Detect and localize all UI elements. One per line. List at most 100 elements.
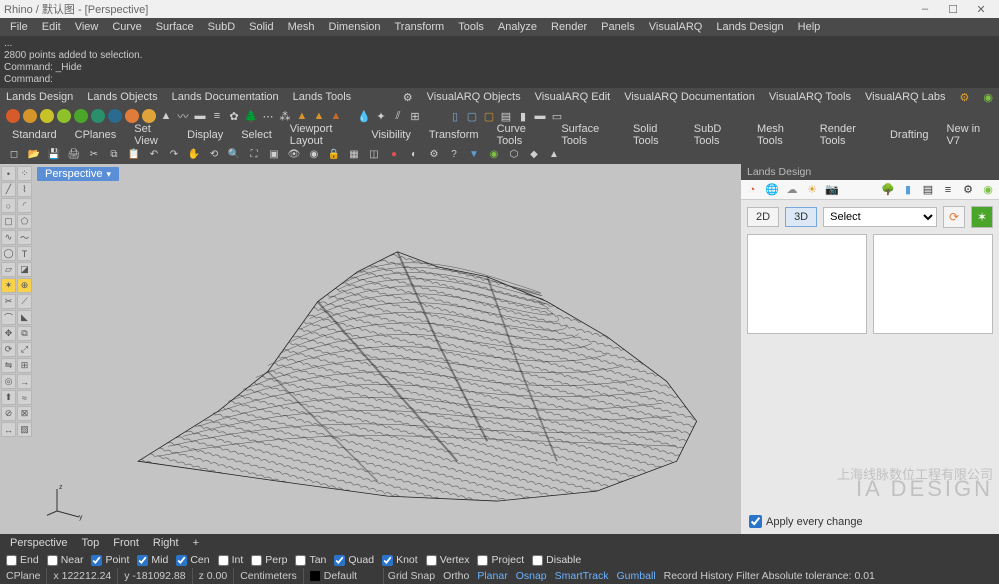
menu-subd[interactable]: SubD [202,20,242,34]
tool-ball-7[interactable] [108,109,122,123]
properties-icon[interactable]: ◫ [366,146,382,162]
status-smarttrack[interactable]: SmartTrack [551,570,613,582]
tool-ball-6[interactable] [91,109,105,123]
line-tool-icon[interactable]: ╱ [1,182,16,197]
paste-icon[interactable]: 📋 [126,146,142,162]
status-planar[interactable]: Planar [473,570,511,582]
undo-icon[interactable]: ↶ [146,146,162,162]
tab-select[interactable]: Select [235,128,278,142]
cloud-icon[interactable]: ☁ [785,183,799,197]
tab-render-tools[interactable]: Render Tools [814,122,878,148]
tab-visibility[interactable]: Visibility [365,128,417,142]
new-icon[interactable]: ◻ [6,146,22,162]
menu-edit[interactable]: Edit [36,20,67,34]
menu-surface[interactable]: Surface [150,20,200,34]
tab-cplanes[interactable]: CPlanes [69,128,123,142]
tab-mesh-tools[interactable]: Mesh Tools [751,122,808,148]
beam-icon[interactable]: ▬ [533,109,547,123]
menu-analyze[interactable]: Analyze [492,20,543,34]
sprinkler-icon[interactable]: ✦ [374,109,388,123]
menu-dimension[interactable]: Dimension [323,20,387,34]
door-icon[interactable]: ▢ [465,109,479,123]
ellipse-tool-icon[interactable]: ◯ [1,246,16,261]
polygon-tool-icon[interactable]: ⬠ [17,214,32,229]
osnap-mid[interactable]: Mid [137,554,168,566]
scale-tool-icon[interactable]: ⤢ [17,342,32,357]
mesh-tool-icon[interactable]: ⊠ [17,406,32,421]
fence-icon[interactable]: ≡ [210,109,224,123]
mode-3d-button[interactable]: 3D [785,207,817,227]
osnap-int[interactable]: Int [218,554,244,566]
tab-drafting[interactable]: Drafting [884,128,935,142]
menu-solid[interactable]: Solid [243,20,279,34]
viewport-title[interactable]: Perspective ▾ [37,167,119,181]
filter-icon[interactable]: ▼ [466,146,482,162]
misc-icon-2[interactable]: ◆ [526,146,542,162]
menu-render[interactable]: Render [545,20,593,34]
osnap-quad-checkbox[interactable] [334,555,345,566]
osnap-perp-checkbox[interactable] [251,555,262,566]
rhino-icon[interactable]: ◔ [745,183,759,197]
forest-icon[interactable]: ⁂ [278,109,292,123]
offset-tool-icon[interactable]: ◎ [1,374,16,389]
osnap-knot-checkbox[interactable] [382,555,393,566]
osnap-near-checkbox[interactable] [47,555,58,566]
help-icon[interactable]: ? [446,146,462,162]
viewport-perspective[interactable]: z y x [37,182,738,531]
pipe-icon[interactable]: ⫽ [391,109,405,123]
tool-ball-8[interactable] [125,109,139,123]
osnap-disable-checkbox[interactable] [532,555,543,566]
zoom-extents-icon[interactable]: ⛶ [246,146,262,162]
rotate-tool-icon[interactable]: ⟳ [1,342,16,357]
vt-top[interactable]: Top [81,537,99,549]
tab-standard[interactable]: Standard [6,128,63,142]
apply-every-change[interactable]: Apply every change [741,509,999,534]
open-icon[interactable]: 📂 [26,146,42,162]
camera-icon[interactable]: 📷 [825,183,839,197]
tab-set-view[interactable]: Set View [128,122,175,148]
show-icon[interactable]: ◉ [306,146,322,162]
status-rest[interactable]: Record History Filter Absolute tolerance… [660,570,879,582]
tag-icon[interactable]: ⊞ [408,109,422,123]
osnap-point[interactable]: Point [91,554,129,566]
grasshopper-icon-2[interactable]: ◉ [486,146,502,162]
osnap-near[interactable]: Near [47,554,84,566]
menu-view[interactable]: View [69,20,105,34]
tab-visualarq-tools[interactable]: VisualARQ Tools [769,91,851,103]
tab-visualarq-documentation[interactable]: VisualARQ Documentation [624,91,755,103]
maximize-button[interactable]: ☐ [939,1,967,17]
tab-curve-tools[interactable]: Curve Tools [491,122,550,148]
layers-panel-icon[interactable]: ≡ [941,183,955,197]
terrain-icon[interactable]: ▲ [159,109,173,123]
minimize-button[interactable]: – [911,1,939,17]
layers-icon[interactable]: ▦ [346,146,362,162]
osnap-vertex[interactable]: Vertex [426,554,470,566]
cut-icon[interactable]: ✂ [86,146,102,162]
polyline-tool-icon[interactable]: ⌇ [17,182,32,197]
settings-icon[interactable]: ⚙ [961,183,975,197]
sun-icon[interactable]: ☀ [805,183,819,197]
tool-ball-1[interactable] [6,109,20,123]
menu-landsdesign[interactable]: Lands Design [710,20,789,34]
osnap-project-checkbox[interactable] [477,555,488,566]
osnap-vertex-checkbox[interactable] [426,555,437,566]
status-ortho[interactable]: Ortho [439,570,473,582]
extend-tool-icon[interactable]: → [17,374,32,389]
copy-icon[interactable]: ⧉ [106,146,122,162]
misc-icon-3[interactable]: ▲ [546,146,562,162]
extrude-tool-icon[interactable]: ⬆ [1,390,16,405]
osnap-cen-checkbox[interactable] [176,555,187,566]
tree-panel-icon[interactable]: 🌳 [881,183,895,197]
options-icon[interactable]: ⚙ [426,146,442,162]
menu-panels[interactable]: Panels [595,20,641,34]
chamfer-tool-icon[interactable]: ◣ [17,310,32,325]
interp-tool-icon[interactable]: ～ [17,230,32,245]
tab-transform[interactable]: Transform [423,128,485,142]
water-panel-icon[interactable]: ▮ [901,183,915,197]
lock-icon[interactable]: 🔒 [326,146,342,162]
tool-ball-4[interactable] [57,109,71,123]
menu-curve[interactable]: Curve [106,20,147,34]
globe-icon[interactable]: 🌐 [765,183,779,197]
tab-lands-design[interactable]: Lands Design [6,91,73,103]
refresh-button[interactable]: ⟳ [943,206,965,228]
